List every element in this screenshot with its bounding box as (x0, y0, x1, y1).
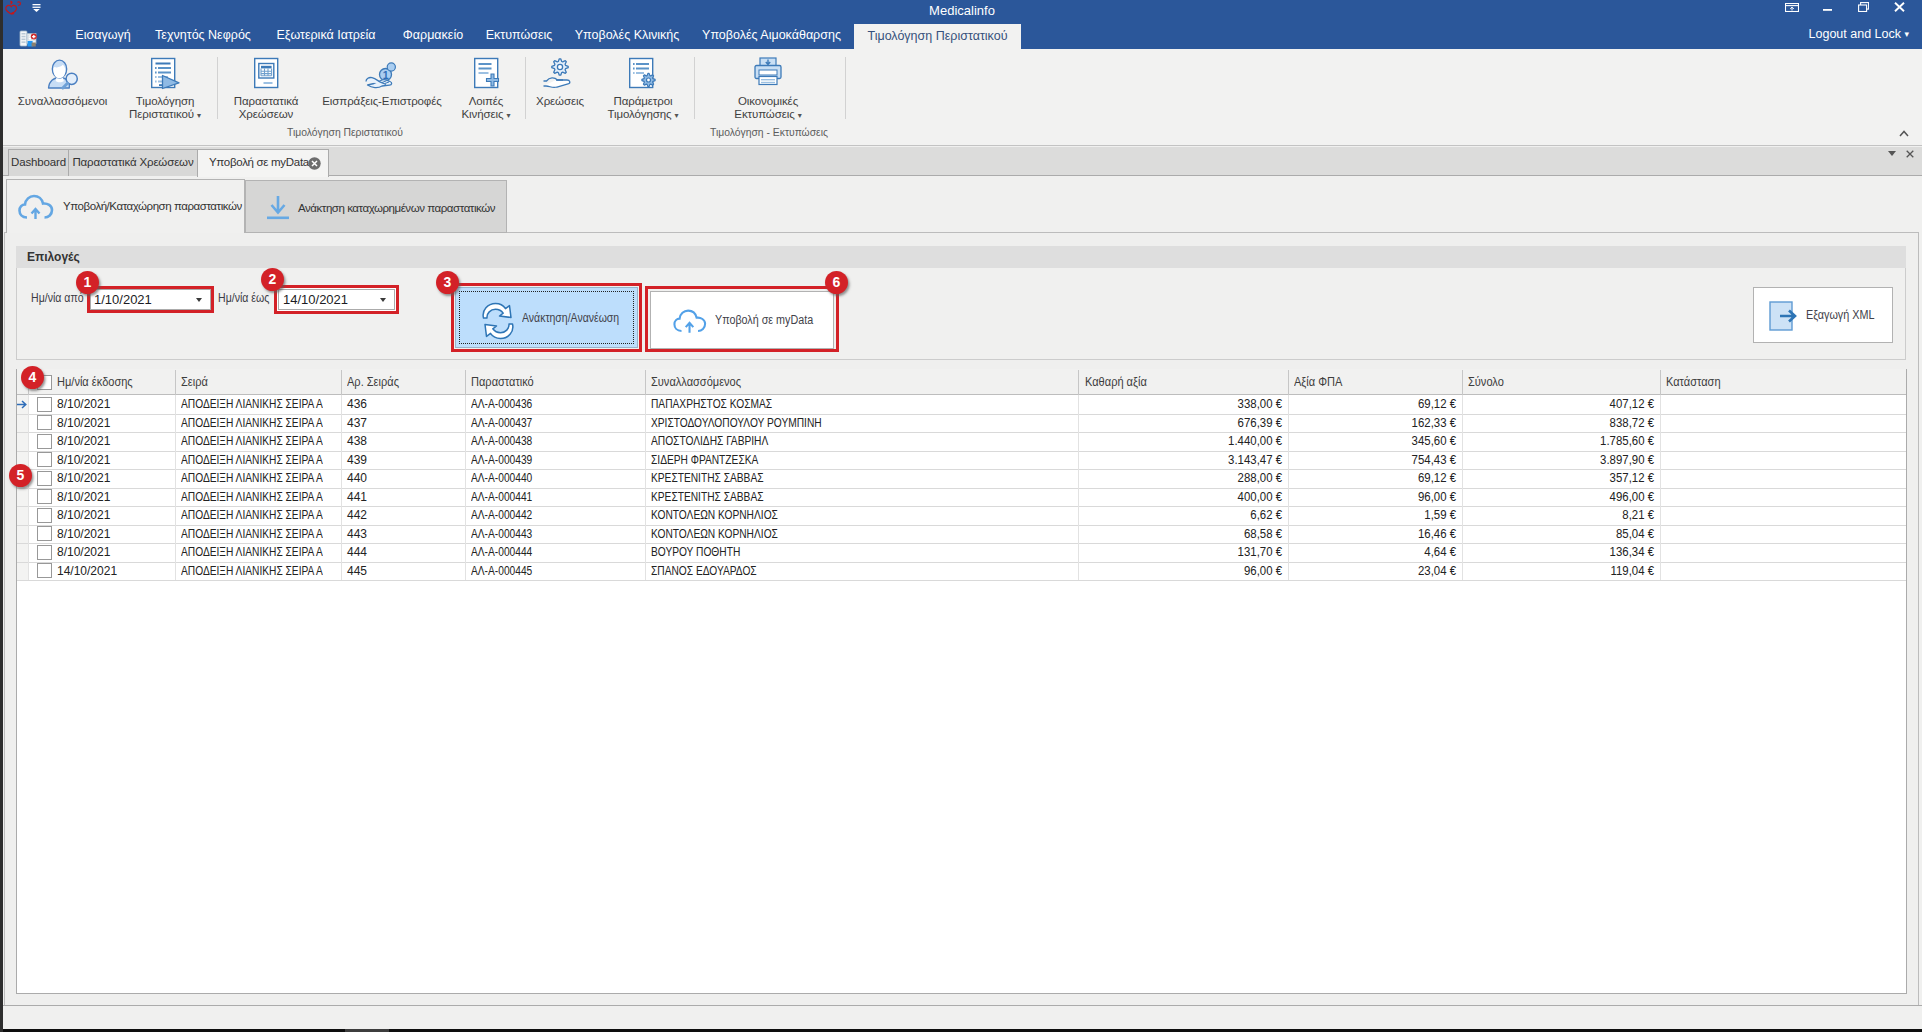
svg-text:1: 1 (383, 69, 389, 81)
